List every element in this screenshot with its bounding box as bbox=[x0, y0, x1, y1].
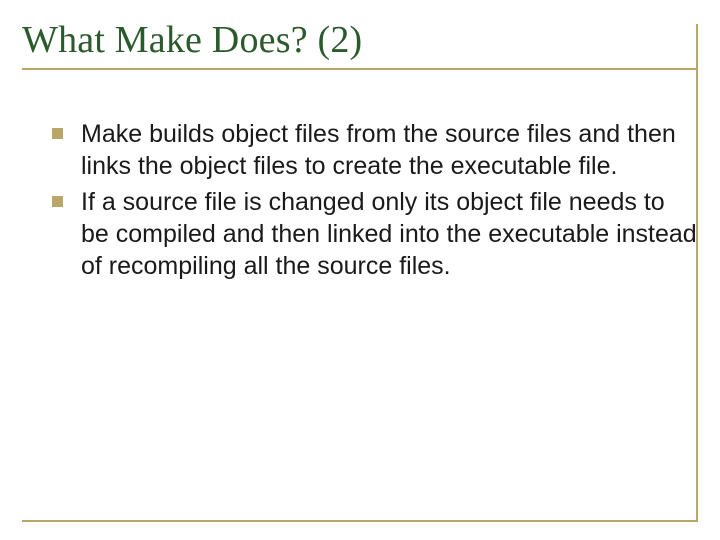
bullet-text: If a source file is changed only its obj… bbox=[81, 186, 698, 282]
slide: What Make Does? (2) Make builds object f… bbox=[0, 0, 720, 540]
slide-body: Make builds object files from the source… bbox=[22, 118, 698, 282]
slide-title: What Make Does? (2) bbox=[22, 18, 698, 62]
title-underline: What Make Does? (2) bbox=[22, 18, 698, 70]
bullet-text: Make builds object files from the source… bbox=[81, 118, 698, 182]
list-item: Make builds object files from the source… bbox=[52, 118, 698, 182]
square-bullet-icon bbox=[52, 128, 63, 139]
bottom-border-line bbox=[22, 520, 698, 522]
list-item: If a source file is changed only its obj… bbox=[52, 186, 698, 282]
right-border-line bbox=[696, 24, 698, 522]
square-bullet-icon bbox=[52, 196, 63, 207]
